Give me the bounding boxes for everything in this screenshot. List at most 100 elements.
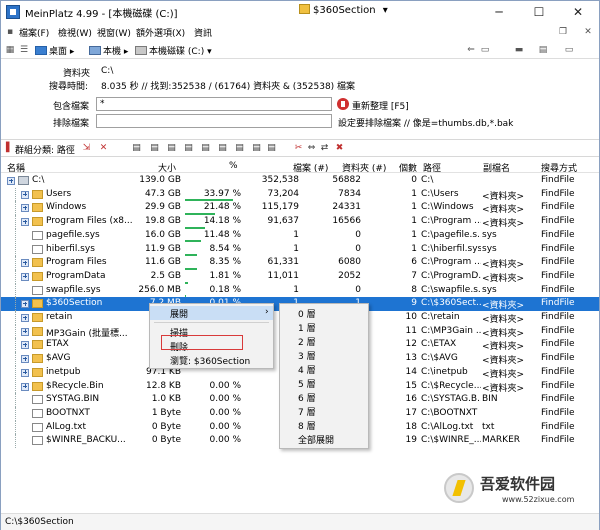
- submenu-level-3[interactable]: 3 層: [280, 348, 368, 362]
- move-icon[interactable]: ⇔: [306, 143, 317, 154]
- refresh-icon[interactable]: [337, 98, 349, 110]
- expand-toggle[interactable]: [21, 300, 29, 309]
- col-name[interactable]: 名稱: [7, 161, 25, 174]
- cell-files: 1: [293, 243, 299, 254]
- col-path[interactable]: 路徑: [423, 161, 441, 174]
- close-child-icon[interactable]: ✕: [582, 26, 594, 38]
- exclude-input[interactable]: [96, 114, 332, 128]
- submenu-level-4[interactable]: 4 層: [280, 362, 368, 376]
- table-row[interactable]: ProgramData 2.5 GB 1.81 % 11,011 2052 7 C:\Pro…: [1, 269, 599, 284]
- cell-method: FindFile: [541, 298, 575, 309]
- expand-toggle[interactable]: [21, 259, 29, 268]
- expand-toggle[interactable]: [21, 341, 29, 350]
- menu-file[interactable]: 檔案(F): [19, 26, 49, 39]
- cell-ext: <資料夾>: [482, 356, 525, 367]
- ctx-browse[interactable]: 瀏覽: $360Section: [150, 353, 273, 367]
- expand-toggle[interactable]: [21, 327, 29, 336]
- group-by-label[interactable]: 群組分類: 路徑: [15, 143, 75, 156]
- col-size[interactable]: 大小: [158, 161, 176, 174]
- ctx-expand[interactable]: 展開 ›: [150, 306, 273, 320]
- folder-link-icon[interactable]: ▤: [537, 44, 549, 56]
- cell-ext: sys: [482, 284, 497, 295]
- breadcrumb-desktop[interactable]: 桌面 ▸: [35, 44, 74, 57]
- view-icon-3[interactable]: ▤: [166, 143, 177, 154]
- menu-window[interactable]: 視窗(W): [97, 26, 131, 39]
- expand-toggle[interactable]: [7, 177, 15, 185]
- menu-extras[interactable]: 額外選項(X): [136, 26, 185, 39]
- table-row[interactable]: swapfile.sys 256.0 MB 0.18 % 1 0 8 C:\swapfile…: [1, 283, 599, 298]
- submenu-expand-all[interactable]: 全部展開: [280, 432, 368, 446]
- expand-toggle[interactable]: [21, 190, 29, 199]
- cut-icon[interactable]: ✂: [293, 143, 304, 154]
- desktop-link-icon[interactable]: ▬: [513, 44, 525, 56]
- cell-count: 17: [405, 407, 417, 418]
- maximize-button[interactable]: ☐: [519, 1, 559, 23]
- list-view-icon[interactable]: ☰: [18, 44, 30, 56]
- breadcrumb-this-pc[interactable]: 本機 ▸: [89, 44, 128, 57]
- cell-count: 14: [405, 366, 417, 377]
- view-icon-1[interactable]: ▤: [131, 143, 142, 154]
- expand-toggle[interactable]: [21, 314, 29, 322]
- submenu-level-2[interactable]: 2 層: [280, 334, 368, 348]
- expand-toggle[interactable]: [21, 272, 29, 281]
- close-button[interactable]: ✕: [558, 1, 598, 23]
- view-icon-4[interactable]: ▤: [183, 143, 194, 154]
- breadcrumb-drive[interactable]: 本機磁碟 (C:) ▾: [135, 44, 212, 57]
- expand-toggle[interactable]: [21, 204, 29, 213]
- view-icon-2[interactable]: ▤: [149, 143, 160, 154]
- delete-icon[interactable]: ✖: [334, 143, 345, 154]
- cell-method: FindFile: [541, 175, 575, 185]
- view-icon-5[interactable]: ▤: [200, 143, 211, 154]
- col-method[interactable]: 搜尋方式: [541, 161, 577, 174]
- refresh-button[interactable]: 重新整理 [F5]: [352, 99, 409, 112]
- submenu-level-1[interactable]: 1 層: [280, 320, 368, 334]
- col-count[interactable]: 個數: [399, 161, 417, 174]
- col-ext[interactable]: 副檔名: [483, 161, 510, 174]
- table-row[interactable]: pagefile.sys 16.0 GB 11.48 % 1 0 1 C:\pagefile…: [1, 228, 599, 243]
- app-menu-icon[interactable]: ▪: [4, 26, 16, 38]
- export-icon[interactable]: ⇲: [81, 143, 92, 154]
- tree-line: [15, 269, 16, 284]
- back-icon[interactable]: ⇐: [465, 44, 477, 56]
- expand-toggle[interactable]: [21, 382, 29, 391]
- table-row[interactable]: C:\ 139.0 GB 352,538 56882 0 C:\ FindFile: [1, 174, 599, 188]
- submenu-level-0[interactable]: 0 層: [280, 306, 368, 320]
- drive-link-icon[interactable]: ▭: [563, 44, 575, 56]
- col-files[interactable]: 檔案 (#): [293, 161, 328, 174]
- submenu-level-8[interactable]: 8 層: [280, 418, 368, 432]
- submenu-level-5[interactable]: 5 層: [280, 376, 368, 390]
- view-icon-8[interactable]: ▤: [251, 143, 262, 154]
- view-icon-9[interactable]: ▤: [266, 143, 277, 154]
- grid-view-icon[interactable]: ▦: [4, 44, 16, 56]
- expand-toggle[interactable]: [21, 368, 29, 377]
- cell-path: C:\Windows: [421, 202, 474, 213]
- table-row[interactable]: Windows 29.9 GB 21.48 % 115,179 24331 1 C:\Win…: [1, 201, 599, 215]
- tree-line: [15, 379, 16, 394]
- submenu-level-6[interactable]: 6 層: [280, 390, 368, 404]
- include-input[interactable]: *: [96, 97, 332, 111]
- clear-icon[interactable]: ✕: [98, 143, 109, 154]
- table-row[interactable]: Users 47.3 GB 33.97 % 73,204 7834 1 C:\Users <資…: [1, 187, 599, 202]
- copy-icon[interactable]: ⇄: [319, 143, 330, 154]
- monitor-icon[interactable]: ▭: [479, 44, 491, 56]
- col-folders[interactable]: 資料夾 (#): [342, 161, 386, 174]
- submenu-level-7[interactable]: 7 層: [280, 404, 368, 418]
- col-percent[interactable]: %: [229, 161, 238, 171]
- menu-info[interactable]: 資訊: [194, 26, 212, 39]
- restore-child-icon[interactable]: ❐: [557, 26, 569, 38]
- tree-line: [15, 283, 16, 298]
- minimize-button[interactable]: ─: [479, 1, 519, 23]
- expand-toggle[interactable]: [21, 355, 29, 364]
- table-row[interactable]: Program Files 11.6 GB 8.35 % 61,331 6080 6 C:\…: [1, 256, 599, 270]
- folder-icon: [32, 326, 43, 336]
- view-icon-6[interactable]: ▤: [217, 143, 228, 154]
- menu-view[interactable]: 檢視(W): [58, 26, 92, 39]
- cell-method: FindFile: [541, 421, 575, 432]
- cell-count: 15: [405, 380, 417, 391]
- cell-count: 10: [405, 312, 417, 322]
- view-icon-7[interactable]: ▤: [234, 143, 245, 154]
- expand-toggle[interactable]: [21, 218, 29, 227]
- table-row[interactable]: hiberfil.sys 11.9 GB 8.54 % 1 0 1 C:\hiberfil.…: [1, 242, 599, 257]
- path-combo[interactable]: $360Section ▾: [299, 4, 429, 20]
- table-row[interactable]: Program Files (x8... 19.8 GB 14.18 % 91,637…: [1, 215, 599, 229]
